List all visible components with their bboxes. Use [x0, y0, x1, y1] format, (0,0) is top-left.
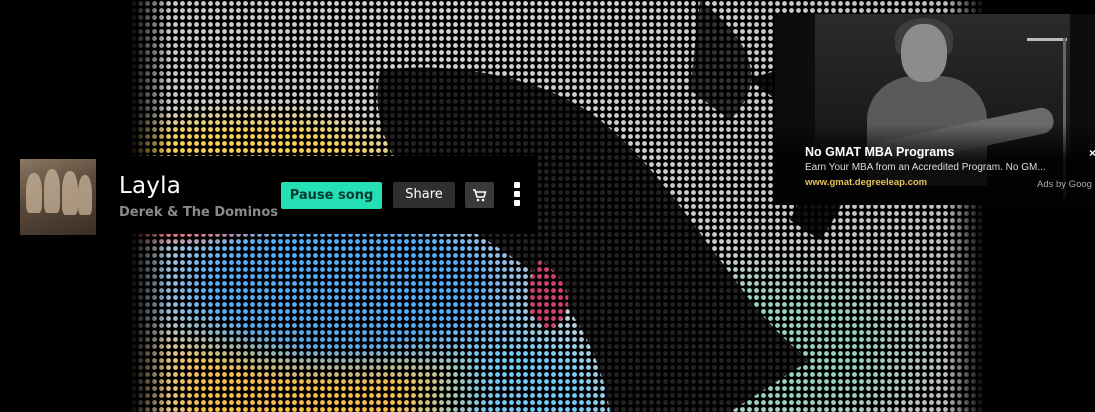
- more-vertical-icon: [514, 182, 520, 188]
- more-options-button[interactable]: [511, 182, 523, 208]
- ad-description: Earn Your MBA from an Accredited Program…: [805, 162, 1046, 173]
- artist-name[interactable]: Derek & The Dominos: [119, 205, 278, 220]
- ad-url[interactable]: www.gmat.degreeleap.com: [805, 177, 927, 188]
- now-playing-bar: Layla Derek & The Dominos Pause song Sha…: [0, 156, 538, 235]
- buy-button[interactable]: [465, 182, 494, 208]
- pause-song-button[interactable]: Pause song: [281, 182, 382, 209]
- cart-icon: [473, 189, 487, 202]
- song-title[interactable]: Layla: [119, 173, 181, 199]
- ads-by-google-label[interactable]: Ads by Goog: [1037, 179, 1092, 190]
- album-thumbnail[interactable]: [20, 159, 96, 235]
- ad-title[interactable]: No GMAT MBA Programs: [805, 145, 954, 159]
- close-icon[interactable]: ×: [1089, 146, 1095, 160]
- share-button[interactable]: Share: [393, 182, 455, 208]
- advertisement[interactable]: No GMAT MBA Programs Earn Your MBA from …: [775, 14, 1095, 205]
